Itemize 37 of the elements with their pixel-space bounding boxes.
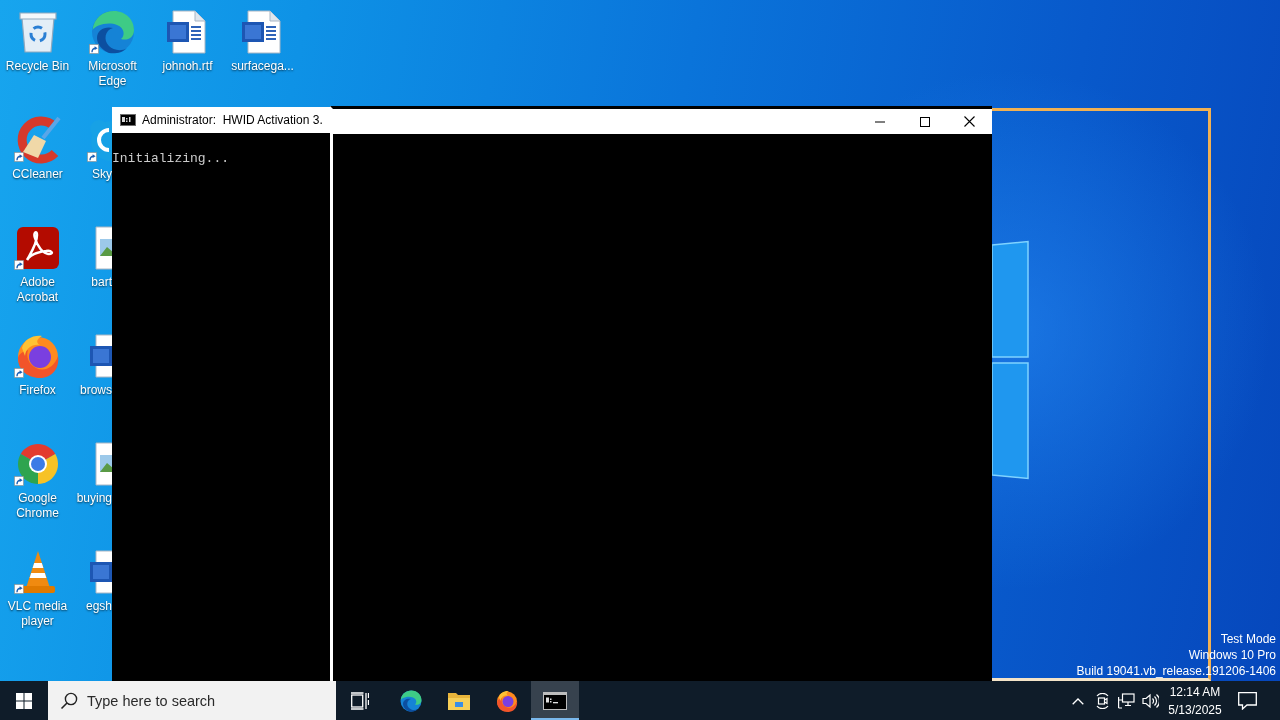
taskbar-button[interactable] xyxy=(531,681,579,720)
icon-label[interactable]: Adobe Acrobat xyxy=(1,275,74,305)
icon-label[interactable]: brows xyxy=(80,383,112,398)
icon-label[interactable]: Google Chrome xyxy=(1,491,74,521)
task-view-icon xyxy=(351,691,369,710)
volume-icon xyxy=(1141,692,1159,709)
icon-label[interactable]: Firefox xyxy=(19,383,56,398)
icon-label[interactable]: bart xyxy=(91,275,112,290)
fox-globe-icon xyxy=(495,688,519,713)
maximize-icon xyxy=(919,116,930,127)
terminal-icon xyxy=(543,691,567,710)
camera-icon xyxy=(1094,692,1110,709)
close-icon xyxy=(964,116,975,127)
network-icon xyxy=(1117,692,1135,709)
clock-date[interactable]: 5/13/2025 xyxy=(1168,700,1222,719)
start-icon xyxy=(16,692,32,709)
search-field[interactable]: Type here to search xyxy=(48,681,336,720)
folder-icon xyxy=(447,690,471,711)
minimize-icon xyxy=(874,120,885,123)
chevron-up-icon xyxy=(1072,696,1084,705)
search-icon xyxy=(60,692,78,710)
icon-label[interactable]: Recycle Bin xyxy=(5,59,70,74)
icon-label[interactable]: johnoh.rtf xyxy=(162,59,213,74)
icon-label[interactable]: CCleaner xyxy=(12,167,63,182)
swirl-icon xyxy=(399,688,423,713)
system-info-text: Test Mode xyxy=(1219,631,1276,647)
clock-time[interactable]: 12:14 AM xyxy=(1169,682,1221,701)
icon-label[interactable]: egsh xyxy=(85,599,112,614)
window-title: Administrator: HWID Activation 3. xyxy=(142,113,323,127)
icon-label[interactable]: Sky xyxy=(92,167,112,182)
icon-label[interactable]: surfacega... xyxy=(231,59,294,74)
terminal-icon xyxy=(120,114,136,126)
console-text: Initializing... xyxy=(112,151,231,167)
notification-icon xyxy=(1237,691,1257,710)
icon-label[interactable]: buying xyxy=(76,491,112,506)
icon-label[interactable]: Microsoft Edge xyxy=(76,59,149,89)
icon-label[interactable]: VLC media player xyxy=(1,599,74,629)
